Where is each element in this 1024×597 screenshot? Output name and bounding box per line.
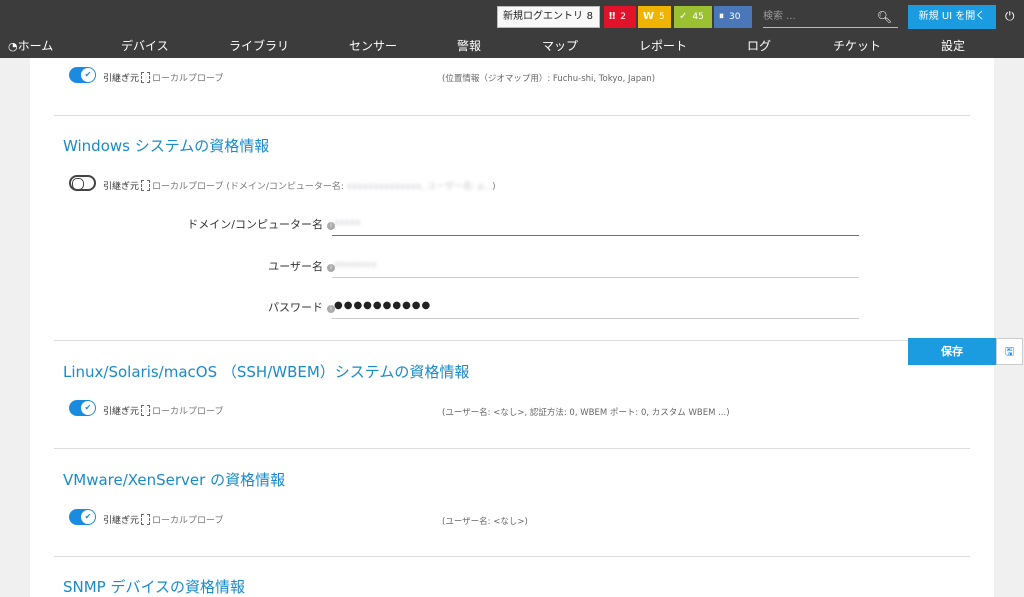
pause-icon: ⏸ bbox=[719, 11, 724, 22]
probe-icon bbox=[141, 180, 151, 191]
search-input[interactable]: 検索 ... 🔍︎ bbox=[763, 7, 898, 28]
paused-badge[interactable]: ⏸ 30 bbox=[714, 6, 752, 28]
password-label-text: パスワード bbox=[268, 301, 323, 314]
open-new-ui-button[interactable]: 新規 UI を開く bbox=[908, 5, 996, 29]
main-nav: ◔ホーム デバイス ライブラリ センサー 警報 マップ レポート ログ チケット… bbox=[0, 34, 1024, 58]
probe-label: ローカルプローブ bbox=[152, 182, 224, 192]
snmp-credentials-title: SNMP デバイスの資格情報 bbox=[63, 578, 246, 596]
search-icon[interactable]: 🔍︎ bbox=[877, 7, 892, 27]
username-input[interactable]: xxxxxxxx bbox=[332, 254, 859, 278]
domain-label: ドメイン/コンピューター名 i bbox=[187, 216, 335, 232]
floppy-disk-icon[interactable]: 🖫︎ bbox=[996, 338, 1023, 365]
vmware-summary: (ユーザー名: <なし>) bbox=[442, 517, 528, 527]
location-summary: (位置情報（ジオマップ用）: Fuchu-shi, Tokyo, Japan) bbox=[442, 74, 656, 84]
vmware-credentials-title: VMware/XenServer の資格情報 bbox=[63, 471, 286, 489]
warning-badge[interactable]: W5 bbox=[638, 6, 671, 28]
nav-setup[interactable]: 設定 bbox=[941, 37, 965, 54]
alarm-down-badge[interactable]: ‼ 2 bbox=[604, 6, 636, 28]
section-divider bbox=[54, 115, 970, 116]
windows-inherit-redacted: xxxxxxxxxxxxxx, ユーザー名: p... bbox=[346, 182, 493, 192]
domain-label-text: ドメイン/コンピューター名 bbox=[187, 218, 323, 231]
inherit-label: 引継ぎ元 bbox=[103, 74, 140, 84]
section-divider bbox=[54, 448, 970, 449]
nav-home-label: ホーム bbox=[17, 39, 54, 53]
check-icon: ✓ bbox=[679, 11, 688, 22]
probe-label: ローカルプローブ bbox=[152, 516, 224, 526]
domain-input[interactable]: xxxxx bbox=[332, 212, 859, 236]
windows-inherit-text: 引継ぎ元 ローカルプローブ (ドメイン/コンピューター名: xxxxxxxxxxx… bbox=[103, 179, 496, 192]
save-button[interactable]: 保存 bbox=[908, 338, 996, 365]
probe-label: ローカルプローブ bbox=[152, 74, 224, 84]
probe-label: ローカルプローブ bbox=[152, 407, 224, 417]
up-badge[interactable]: ✓ 45 bbox=[674, 6, 712, 28]
new-log-label: 新規ログエントリ bbox=[503, 11, 583, 22]
new-log-entries-button[interactable]: 新規ログエントリ 8 bbox=[497, 6, 600, 28]
nav-library[interactable]: ライブラリ bbox=[229, 37, 289, 54]
nav-home[interactable]: ◔ホーム bbox=[8, 37, 53, 54]
section-divider bbox=[54, 340, 970, 341]
nav-sensors[interactable]: センサー bbox=[349, 37, 397, 54]
settings-panel: 引継ぎ元ローカルプローブ (位置情報（ジオマップ用）: Fuchu-shi, T… bbox=[30, 58, 994, 597]
linux-inherit-toggle[interactable] bbox=[69, 400, 96, 416]
nav-logs[interactable]: ログ bbox=[747, 37, 771, 54]
nav-reports[interactable]: レポート bbox=[639, 37, 687, 54]
up-count: 45 bbox=[692, 12, 704, 22]
probe-icon bbox=[141, 72, 151, 83]
paused-count: 30 bbox=[729, 12, 741, 22]
username-label-text: ユーザー名 bbox=[268, 260, 323, 273]
vmware-inherit-toggle[interactable] bbox=[69, 509, 96, 525]
inherit-label: 引継ぎ元 bbox=[103, 516, 140, 526]
alarm-down-count: 2 bbox=[620, 12, 627, 22]
location-inherit-toggle[interactable] bbox=[69, 67, 96, 83]
search-placeholder: 検索 ... bbox=[763, 11, 796, 22]
location-inherit-text: 引継ぎ元 ローカルプローブ bbox=[103, 71, 223, 84]
windows-inherit-suffix: (ドメイン/コンピューター名: bbox=[226, 182, 344, 192]
windows-inherit-end: ) bbox=[492, 182, 496, 192]
linux-credentials-title: Linux/Solaris/macOS （SSH/WBEM）システムの資格情報 bbox=[63, 363, 470, 381]
password-label: パスワード i bbox=[268, 299, 335, 315]
nav-alarms[interactable]: 警報 bbox=[457, 37, 481, 54]
vmware-inherit-text: 引継ぎ元 ローカルプローブ bbox=[103, 513, 223, 526]
power-icon[interactable]: ⏻ bbox=[1005, 9, 1015, 24]
probe-icon bbox=[141, 405, 151, 416]
top-bar: 新規ログエントリ 8 ‼ 2 W5 ✓ 45 ⏸ 30 検索 ... 🔍︎ 新規 UI… bbox=[0, 0, 1024, 58]
alarm-down-icon: ‼ bbox=[609, 11, 616, 22]
windows-credentials-title: Windows システムの資格情報 bbox=[63, 137, 270, 155]
windows-inherit-toggle[interactable] bbox=[69, 175, 96, 191]
linux-inherit-text: 引継ぎ元 ローカルプローブ bbox=[103, 404, 223, 417]
password-input[interactable]: ●●●●●●●●●● bbox=[332, 295, 859, 319]
nav-devices[interactable]: デバイス bbox=[121, 37, 169, 54]
linux-summary: (ユーザー名: <なし>, 認証方法: 0, WBEM ポート: 0, カスタム… bbox=[442, 408, 730, 418]
warning-icon: W bbox=[643, 11, 655, 22]
probe-icon bbox=[141, 514, 151, 525]
nav-maps[interactable]: マップ bbox=[542, 37, 578, 54]
nav-tickets[interactable]: チケット bbox=[833, 37, 881, 54]
username-value: xxxxxxxx bbox=[334, 260, 377, 270]
domain-value: xxxxx bbox=[334, 218, 361, 228]
new-log-count: 8 bbox=[586, 11, 593, 22]
warning-count: 5 bbox=[659, 12, 665, 22]
username-label: ユーザー名 i bbox=[268, 258, 335, 274]
section-divider bbox=[54, 556, 970, 557]
home-icon: ◔ bbox=[8, 40, 18, 53]
inherit-label: 引継ぎ元 bbox=[103, 182, 140, 192]
inherit-label: 引継ぎ元 bbox=[103, 407, 140, 417]
